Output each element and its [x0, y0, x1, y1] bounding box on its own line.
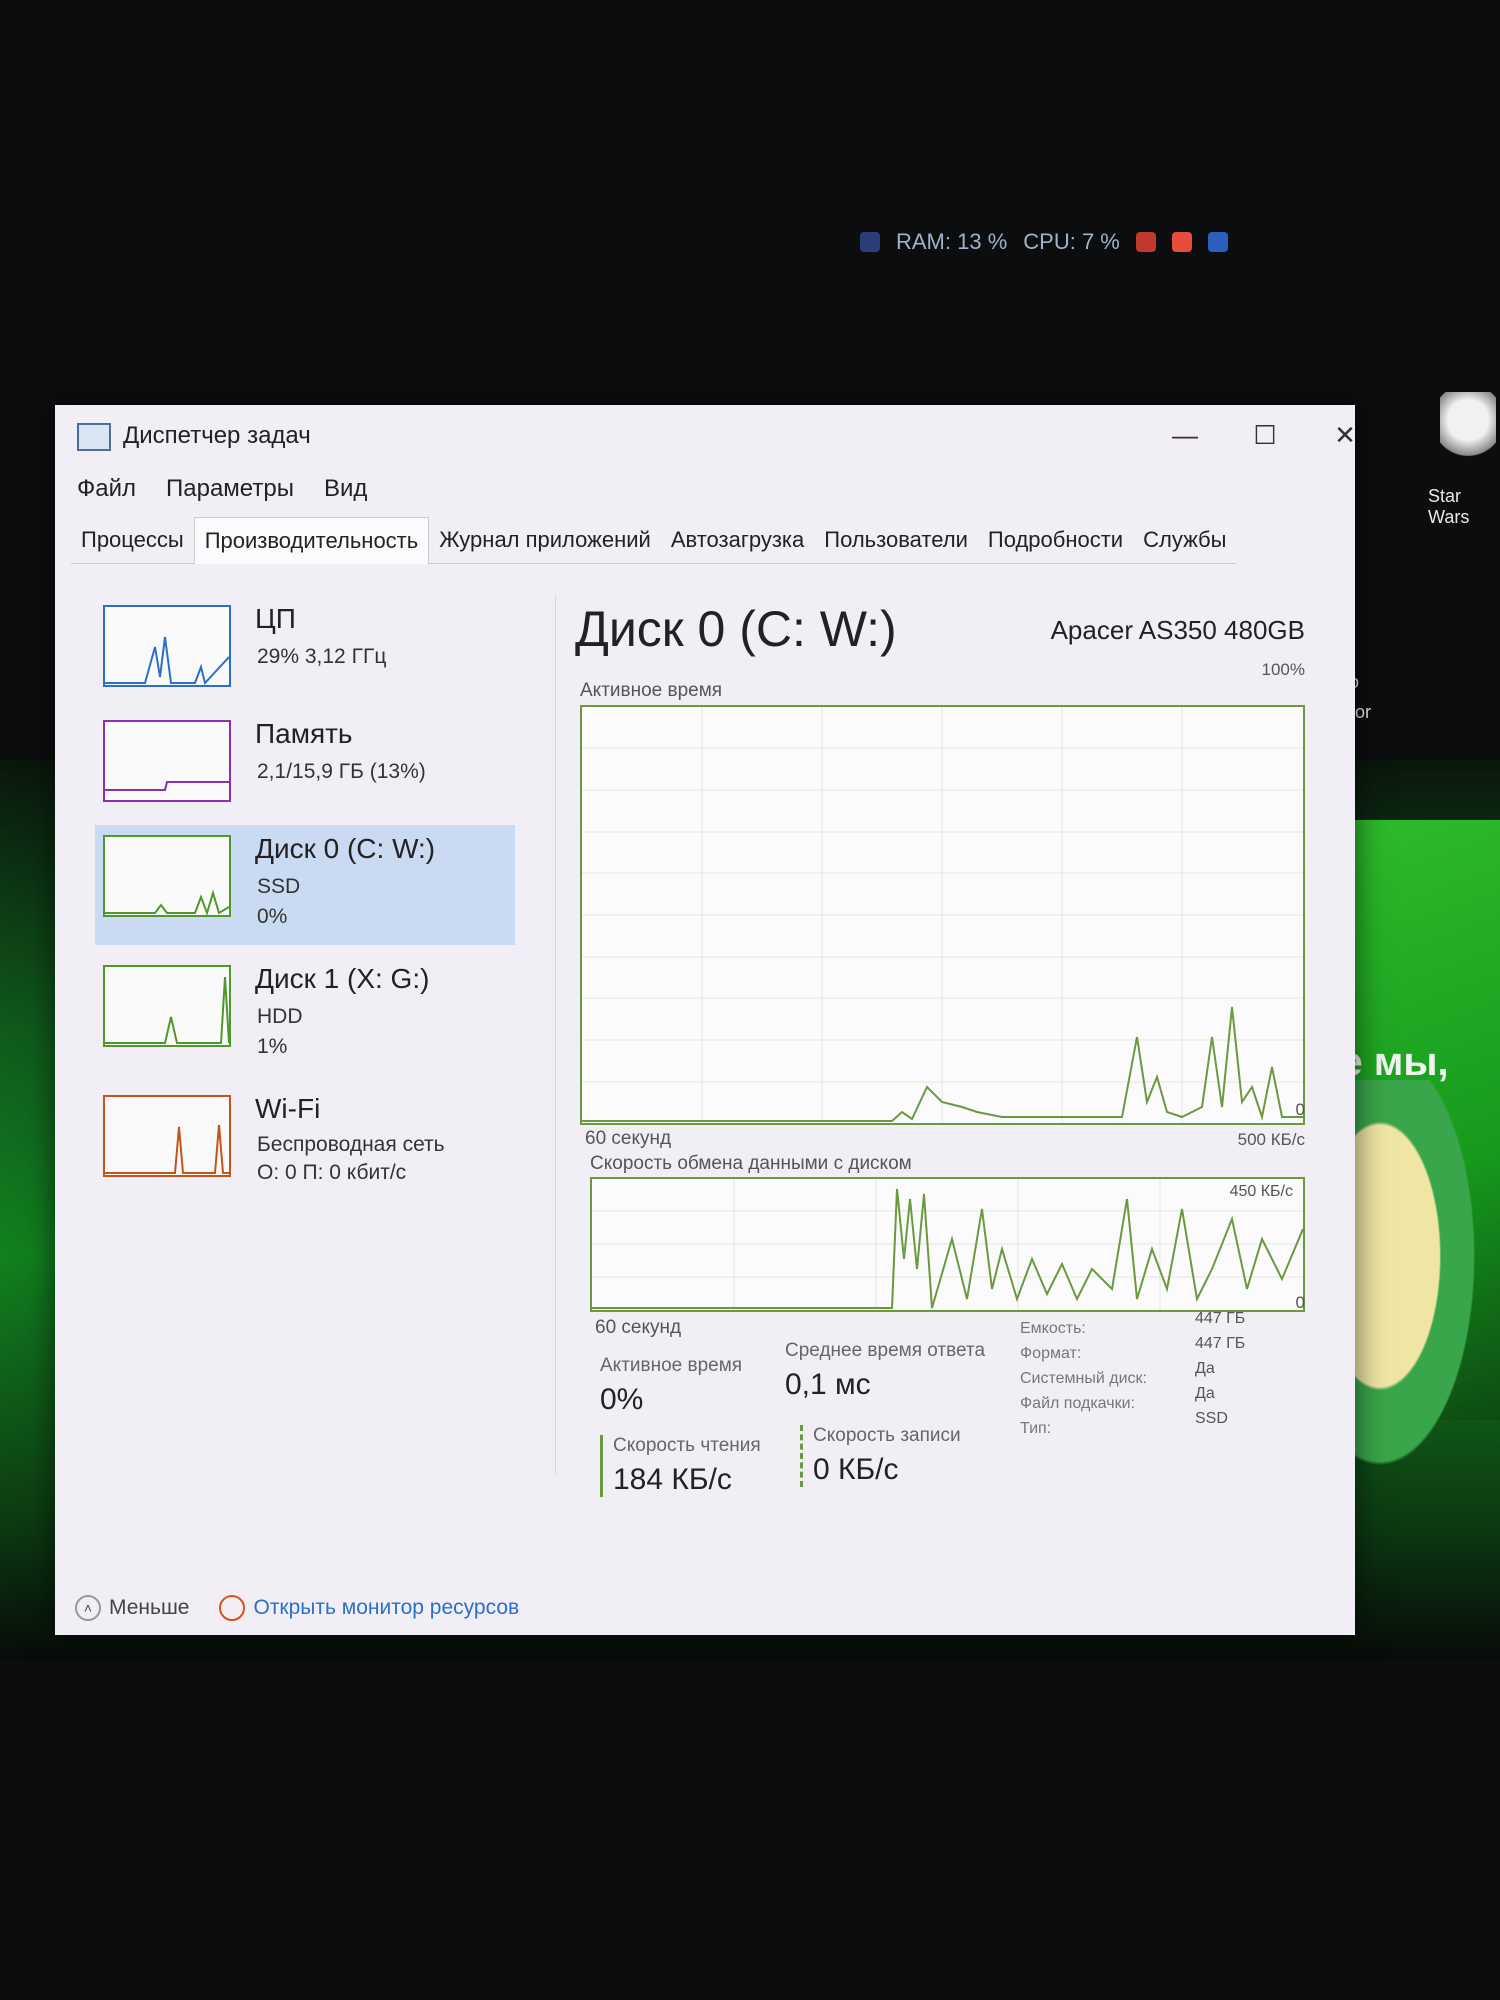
- active-time-graph: [580, 705, 1305, 1125]
- tab-users[interactable]: Пользователи: [814, 517, 978, 564]
- graph-max-label: 100%: [1261, 660, 1305, 679]
- sidebar-item-usage: 1%: [257, 1035, 288, 1058]
- graph-mid-label: 450 КБ/с: [1229, 1183, 1293, 1200]
- fewer-details-label: Меньше: [109, 1596, 190, 1619]
- tab-processes[interactable]: Процессы: [71, 517, 194, 564]
- window-footer: ˄ Меньше Открыть монитор ресурсов: [75, 1595, 519, 1621]
- graph-max-label: 500 КБ/с: [1237, 1130, 1305, 1149]
- fewer-details-button[interactable]: ˄ Меньше: [75, 1595, 189, 1621]
- sidebar-item-disk1[interactable]: Диск 1 (X: G:) HDD 1%: [95, 955, 515, 1075]
- property-label: Файл подкачки:: [1020, 1395, 1135, 1412]
- cpu-thumbnail-graph: [103, 605, 231, 687]
- wifi-thumbnail-graph: [103, 1095, 231, 1177]
- maximize-button[interactable]: ☐: [1235, 415, 1295, 455]
- resource-monitor-icon: [219, 1595, 246, 1621]
- sidebar-item-cpu[interactable]: ЦП 29% 3,12 ГГц: [95, 595, 515, 705]
- sidebar-item-detail: 29% 3,12 ГГц: [257, 645, 387, 668]
- sidebar-item-type: Беспроводная сеть: [257, 1133, 445, 1156]
- disk0-thumbnail-graph: [103, 835, 231, 917]
- tab-strip: Процессы Производительность Журнал прило…: [71, 517, 1237, 564]
- property-label: Емкость:: [1020, 1320, 1086, 1337]
- sidebar-divider: [555, 595, 556, 1475]
- lock-icon: [860, 232, 880, 252]
- sidebar-item-wifi[interactable]: Wi-Fi Беспроводная сеть О: 0 П: 0 кбит/с: [95, 1085, 515, 1205]
- tab-performance[interactable]: Производительность: [193, 517, 430, 564]
- device-model: Apacer AS350 480GB: [1050, 615, 1305, 645]
- transfer-rate-graph: 450 КБ/с: [590, 1177, 1305, 1312]
- property-label: Формат:: [1020, 1345, 1082, 1362]
- task-manager-window: Диспетчер задач — ☐ ✕ Файл Параметры Вид…: [55, 405, 1356, 1635]
- sidebar-item-title: Диск 0 (C: W:): [255, 833, 436, 864]
- property-label: Системный диск:: [1020, 1370, 1147, 1387]
- memory-thumbnail-graph: [103, 720, 231, 802]
- page-title: Диск 0 (C: W:): [575, 601, 897, 657]
- sidebar-item-disk0[interactable]: Диск 0 (C: W:) SSD 0%: [95, 825, 515, 945]
- tab-details[interactable]: Подробности: [977, 517, 1134, 564]
- property-value: Да: [1195, 1385, 1215, 1402]
- sidebar-item-detail: 2,1/15,9 ГБ (13%): [257, 760, 426, 783]
- graph-time-label: 60 секунд: [585, 1128, 672, 1149]
- sidebar-item-title: Wi-Fi: [255, 1093, 321, 1124]
- minimize-button[interactable]: —: [1155, 415, 1215, 455]
- avg-response-value: 0,1 мс: [785, 1368, 871, 1401]
- read-speed-label: Скорость чтения: [613, 1435, 761, 1456]
- property-value: 447 ГБ: [1195, 1335, 1246, 1352]
- record-icon[interactable]: [1171, 232, 1192, 252]
- open-resource-monitor-link[interactable]: Открыть монитор ресурсов: [219, 1595, 519, 1621]
- ram-readout: RAM: 13 %: [896, 229, 1008, 254]
- open-resource-monitor-label: Открыть монитор ресурсов: [253, 1596, 520, 1619]
- tab-services[interactable]: Службы: [1133, 517, 1237, 564]
- sidebar-item-memory[interactable]: Память 2,1/15,9 ГБ (13%): [95, 710, 515, 820]
- window-title: Диспетчер задач: [123, 422, 311, 449]
- menu-view[interactable]: Вид: [324, 475, 367, 503]
- active-time-label: Активное время: [600, 1355, 743, 1376]
- close-button[interactable]: ✕: [1315, 415, 1375, 455]
- read-speed-value: 184 КБ/с: [613, 1463, 732, 1496]
- write-speed-value: 0 КБ/с: [813, 1453, 899, 1486]
- sidebar-item-title: Память: [255, 718, 353, 749]
- wifi-icon[interactable]: [1135, 232, 1156, 252]
- graph-label: Скорость обмена данными с диском: [590, 1153, 912, 1174]
- desktop-icon-label[interactable]: Star Wars: [1428, 486, 1500, 528]
- sidebar-item-type: HDD: [257, 1005, 303, 1028]
- task-manager-icon: [77, 423, 111, 451]
- sidebar-item-usage: 0%: [257, 905, 288, 928]
- property-value: SSD: [1195, 1410, 1228, 1427]
- graph-min-label: 0: [1295, 1293, 1305, 1312]
- disk1-thumbnail-graph: [103, 965, 231, 1047]
- property-value: Да: [1195, 1360, 1215, 1377]
- cpu-readout: CPU: 7 %: [1023, 229, 1120, 254]
- sidebar-item-type: SSD: [257, 875, 301, 898]
- sidebar-item-title: Диск 1 (X: G:): [255, 963, 430, 994]
- avg-response-label: Среднее время ответа: [785, 1340, 986, 1361]
- active-time-value: 0%: [600, 1383, 644, 1416]
- menu-options[interactable]: Параметры: [166, 475, 294, 503]
- property-label: Тип:: [1020, 1420, 1052, 1437]
- chevron-up-icon: ˄: [75, 1595, 101, 1621]
- read-speed-indicator: [600, 1435, 603, 1497]
- system-tray-widget: RAM: 13 % CPU: 7 %: [860, 222, 1260, 262]
- title-bar[interactable]: Диспетчер задач — ☐ ✕: [55, 405, 1356, 465]
- tab-app-history[interactable]: Журнал приложений: [429, 517, 661, 564]
- sidebar-item-detail: О: 0 П: 0 кбит/с: [257, 1161, 407, 1184]
- menu-file[interactable]: Файл: [77, 475, 136, 503]
- sidebar-item-title: ЦП: [255, 603, 296, 634]
- star-wars-desktop-icon[interactable]: [1440, 392, 1496, 462]
- write-speed-indicator: [800, 1425, 803, 1487]
- menu-bar: Файл Параметры Вид: [77, 475, 367, 503]
- graph-label: Активное время: [580, 680, 723, 701]
- property-value: 447 ГБ: [1195, 1310, 1246, 1327]
- graph-time-label: 60 секунд: [595, 1317, 682, 1338]
- graph-min-label: 0: [1295, 1100, 1305, 1119]
- tab-startup[interactable]: Автозагрузка: [660, 517, 815, 564]
- arrow-icon[interactable]: [1207, 232, 1228, 252]
- write-speed-label: Скорость записи: [813, 1425, 961, 1446]
